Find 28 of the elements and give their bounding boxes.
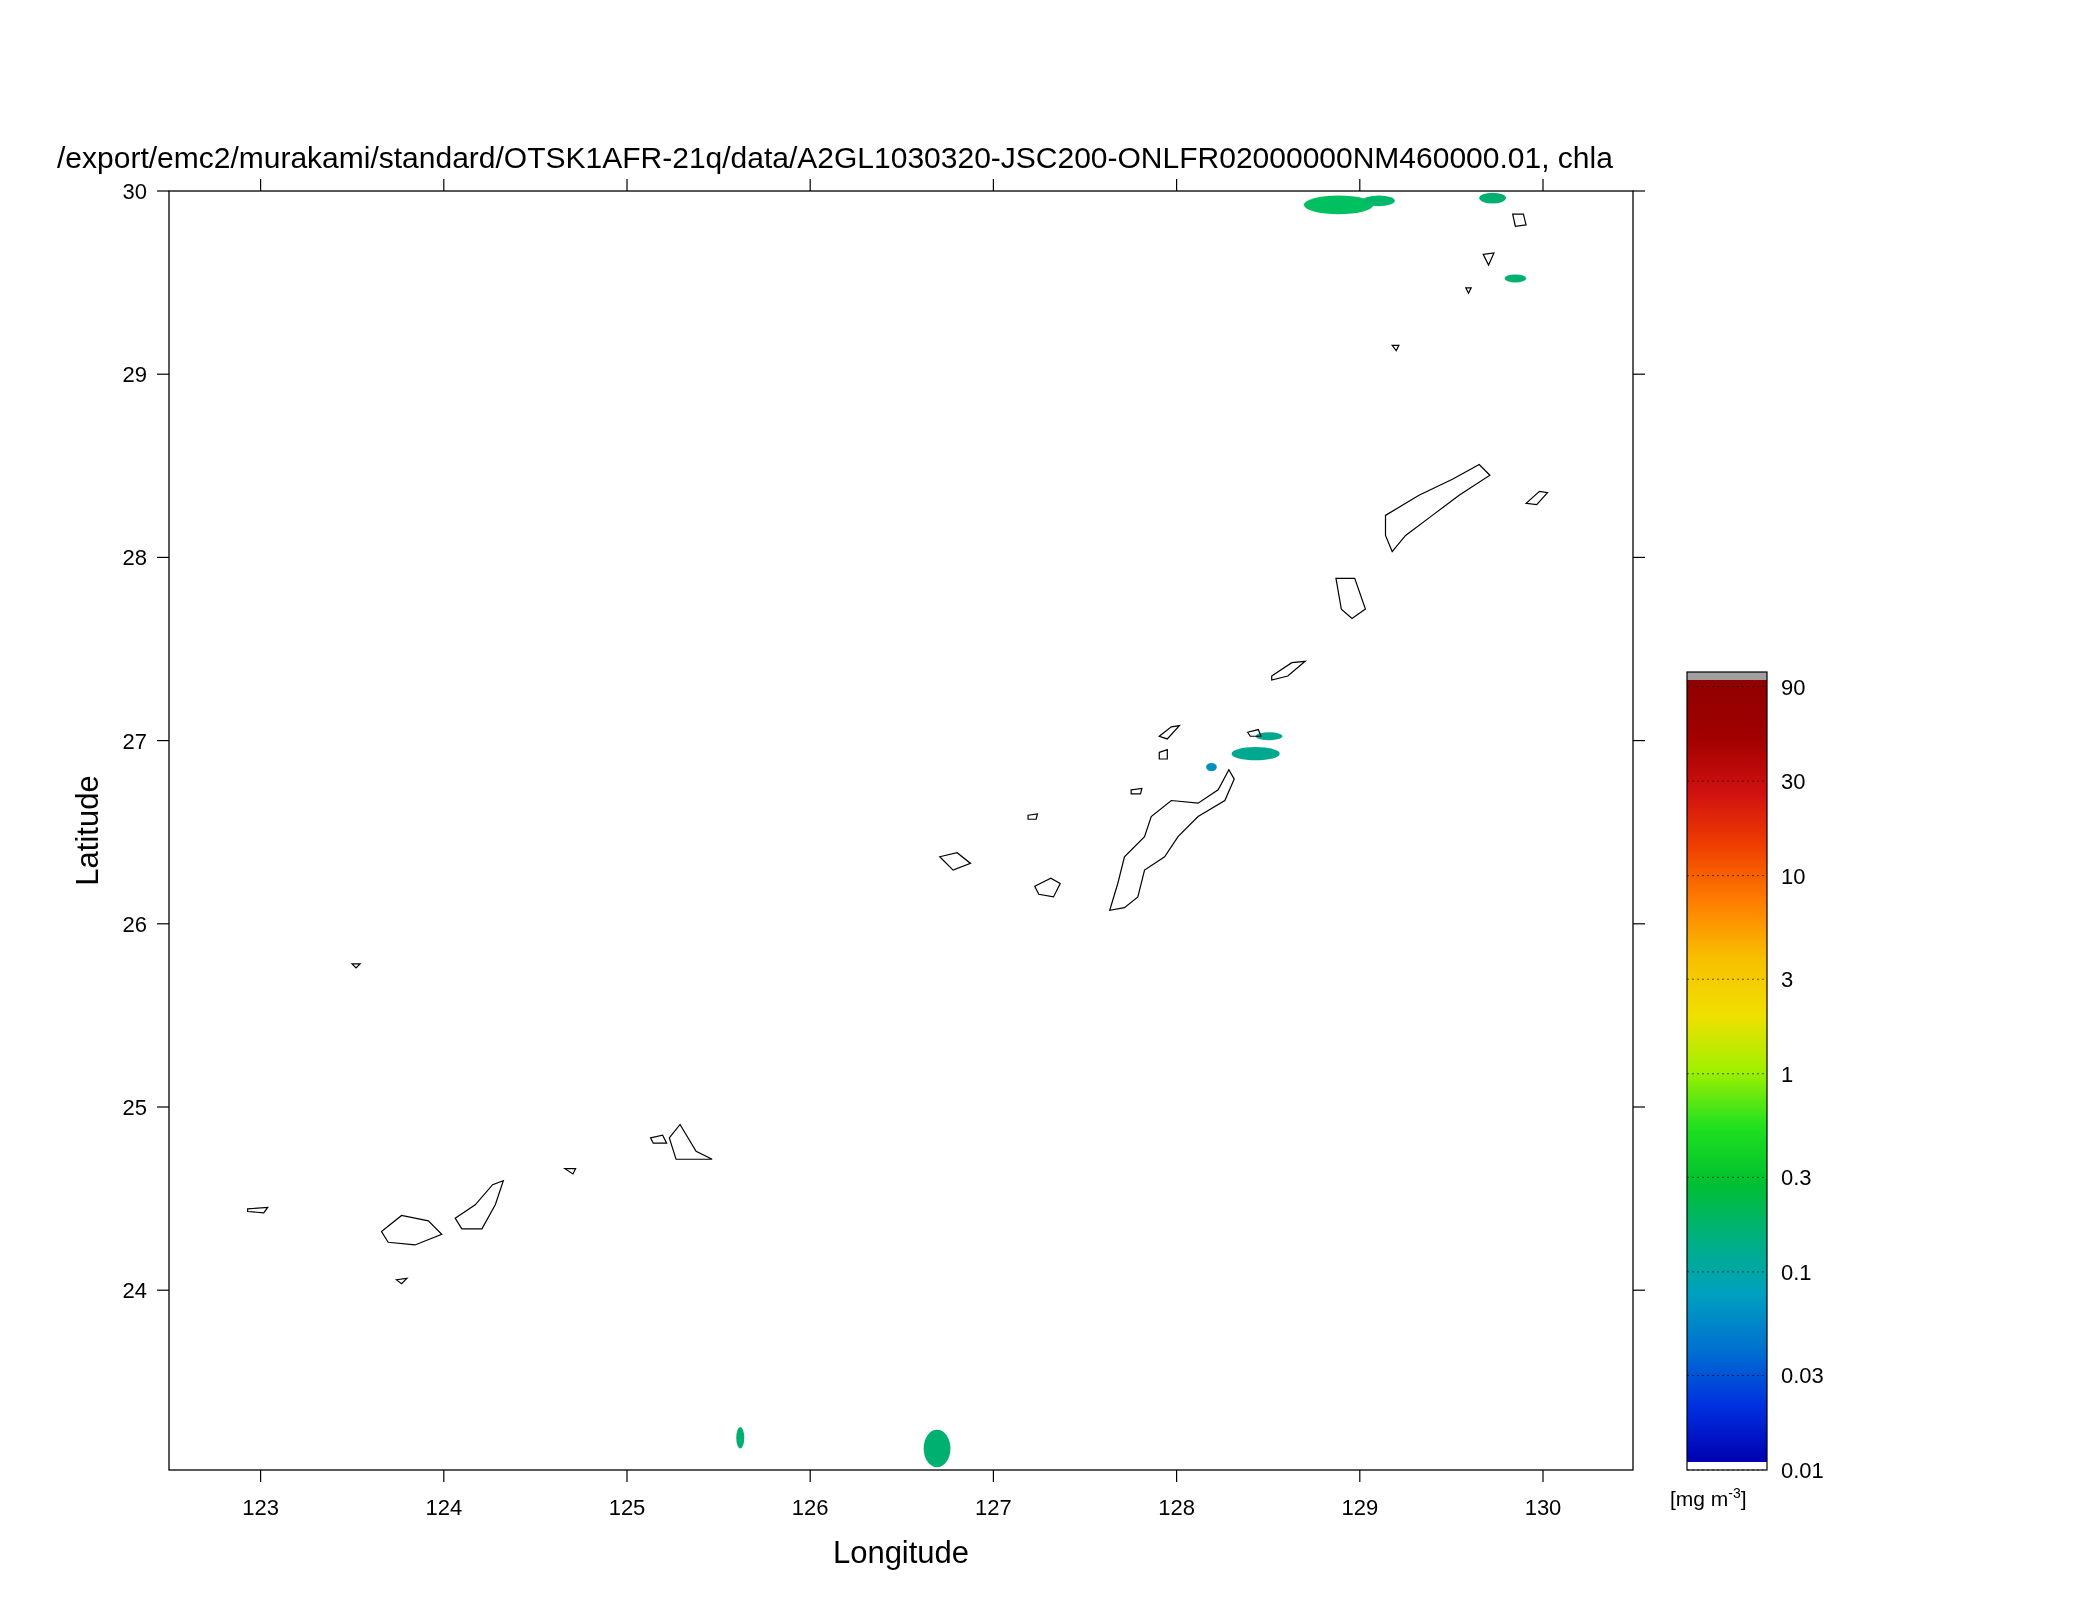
colorbar-label: 90: [1781, 674, 1806, 700]
x-tick-label: 127: [975, 1495, 1012, 1520]
y-tick-label: 27: [122, 728, 147, 754]
colorbar-unit-label: [mg m$^{-3}$]: [1670, 1487, 1747, 1510]
y-tick-label: 24: [122, 1278, 147, 1304]
colorbar-label: 0.03: [1781, 1363, 1824, 1389]
y-tick-label: 25: [122, 1095, 147, 1120]
x-tick-label: 129: [1341, 1495, 1379, 1520]
x-tick-label: 124: [425, 1495, 463, 1520]
colorbar-label: 0.1: [1781, 1259, 1812, 1285]
y-axis-label: Latitude: [70, 775, 105, 886]
y-tick-label: 30: [122, 179, 147, 204]
colorbar-label: 1: [1781, 1061, 1794, 1087]
colorbar-label: 10: [1781, 863, 1806, 889]
colorbar-label: 3: [1781, 967, 1794, 993]
y-tick-label: 28: [122, 545, 147, 571]
colorbar-label: 0.01: [1781, 1458, 1824, 1483]
x-tick-label: 130: [1524, 1495, 1562, 1520]
x-tick-label: 126: [791, 1495, 829, 1520]
colorbar-label: 30: [1781, 769, 1806, 795]
colorbar-label: 0.3: [1781, 1165, 1812, 1191]
x-tick-label: 125: [608, 1495, 646, 1520]
x-axis-label: Longitude: [832, 1535, 970, 1570]
x-tick-label: 128: [1158, 1495, 1195, 1520]
x-tick-label: 123: [242, 1495, 279, 1520]
y-tick-label: 29: [122, 362, 147, 388]
y-tick-label: 26: [122, 911, 147, 937]
plot-title: /export/emc2/murakami/standard/OTSK1AFR-21q/data/A2GL1030320-JSC200-ONLFR02000000NM460000.01, chla: [57, 141, 1613, 174]
